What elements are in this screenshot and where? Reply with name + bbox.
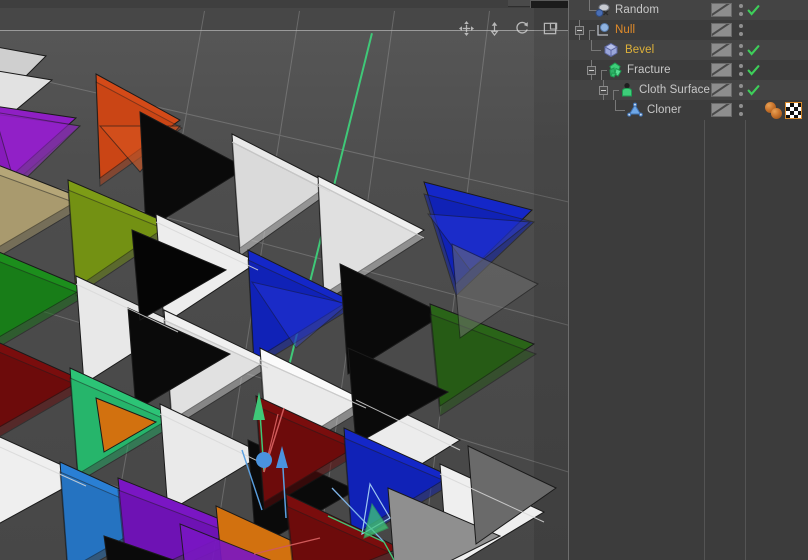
tag-slot[interactable] <box>711 3 732 17</box>
object-manager-list: Random Null Bevel Fracture Cloth Surface… <box>569 0 808 560</box>
fracture-object-icon <box>607 62 623 78</box>
object-row-fracture[interactable]: Fracture <box>569 60 808 80</box>
top-toolbar-strip <box>0 0 570 9</box>
visibility-dots[interactable] <box>739 64 743 77</box>
object-row-cloth-surface[interactable]: Cloth Surface <box>569 80 808 100</box>
tag-slot[interactable] <box>711 103 732 117</box>
enable-check-icon[interactable] <box>747 44 760 57</box>
cloner-object-icon <box>627 102 643 118</box>
object-label: Bevel <box>625 44 655 56</box>
enable-check-icon[interactable] <box>747 4 760 17</box>
material-sphere-icon[interactable] <box>771 108 782 119</box>
tag-slot[interactable] <box>711 43 732 57</box>
cloth-surface-icon <box>619 82 635 98</box>
object-row-cloner[interactable]: Cloner <box>569 100 808 120</box>
rotate-tool-icon[interactable] <box>515 21 530 36</box>
scale-tool-icon[interactable] <box>487 21 502 36</box>
tag-slot[interactable] <box>711 63 732 77</box>
object-label: Null <box>615 24 636 36</box>
viewport-nav-toolbar[interactable] <box>459 21 558 36</box>
visibility-dots[interactable] <box>739 4 743 17</box>
object-label: Cloner <box>647 104 682 116</box>
visibility-dots[interactable] <box>739 44 743 57</box>
enable-check-icon[interactable] <box>747 84 760 97</box>
object-label: Random <box>615 4 660 16</box>
axis-gizmo-bottom[interactable] <box>250 528 340 560</box>
tag-slot[interactable] <box>711 83 732 97</box>
enable-check-icon[interactable] <box>747 64 760 77</box>
object-label: Fracture <box>627 64 671 76</box>
viewport-3d[interactable]: .e{stroke:#1a1a1a;stroke-width:1;} .ew{s… <box>0 8 568 560</box>
visibility-dots[interactable] <box>739 24 743 37</box>
object-row-bevel[interactable]: Bevel <box>569 40 808 60</box>
visibility-dots[interactable] <box>739 104 743 117</box>
tag-slot[interactable] <box>711 23 732 37</box>
object-row-null[interactable]: Null <box>569 20 808 40</box>
expander-toggle[interactable] <box>575 26 584 35</box>
expander-toggle[interactable] <box>599 86 608 95</box>
object-label: Cloth Surface <box>639 84 710 96</box>
bevel-deformer-icon <box>603 42 619 58</box>
visibility-dots[interactable] <box>739 84 743 97</box>
axis-gizmo-quaternary[interactable] <box>228 444 288 524</box>
application-window: .e{stroke:#1a1a1a;stroke-width:1;} .ew{s… <box>0 0 808 560</box>
expander-toggle[interactable] <box>587 66 596 75</box>
move-tool-icon[interactable] <box>459 21 474 36</box>
object-row-random[interactable]: Random <box>569 0 808 20</box>
material-tag-group[interactable] <box>765 102 805 119</box>
texture-checker-icon[interactable] <box>785 102 802 119</box>
null-object-icon <box>595 22 611 38</box>
camera-view-icon[interactable] <box>543 21 558 36</box>
effector-random-icon <box>595 2 611 18</box>
object-manager-panel[interactable]: Random Null Bevel Fracture Cloth Surface… <box>568 0 808 560</box>
